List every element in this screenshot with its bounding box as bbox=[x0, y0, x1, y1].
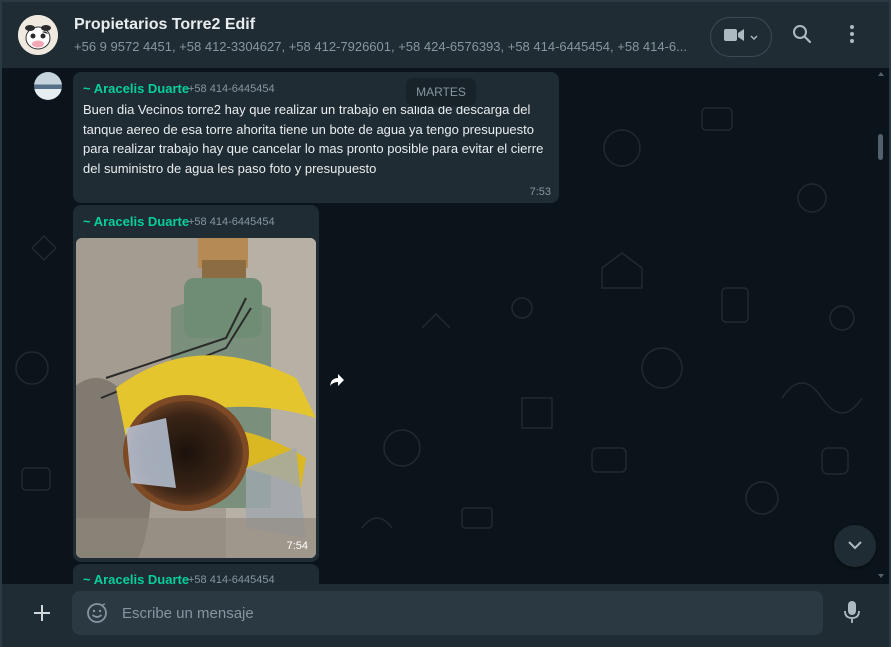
chat-header[interactable]: Propietarios Torre2 Edif +56 9 9572 4451… bbox=[2, 0, 889, 68]
scrollbar-thumb[interactable] bbox=[878, 134, 883, 160]
scroll-to-bottom-button[interactable] bbox=[834, 525, 876, 567]
chevron-down-icon bbox=[750, 28, 758, 46]
chat-participants[interactable]: +56 9 9572 4451, +58 412-3304627, +58 41… bbox=[74, 39, 694, 54]
scroll-up-arrow[interactable] bbox=[878, 72, 884, 76]
photo-time: 7:54 bbox=[286, 540, 308, 552]
video-call-button[interactable] bbox=[710, 17, 772, 57]
sender-avatar[interactable] bbox=[34, 72, 62, 100]
attach-button[interactable] bbox=[26, 599, 58, 631]
message-input-box[interactable] bbox=[72, 591, 823, 635]
scroll-down-arrow[interactable] bbox=[878, 574, 884, 578]
message-text: Buen dia Vecinos torre2 hay que realizar… bbox=[83, 102, 544, 176]
message-sender-phone: +58 414-6445454 bbox=[188, 216, 275, 228]
plus-icon bbox=[33, 604, 51, 627]
message-sender-phone: +58 414-6445454 bbox=[188, 83, 275, 95]
date-divider-chip: MARTES bbox=[406, 78, 476, 106]
group-avatar[interactable] bbox=[18, 15, 58, 55]
video-camera-icon bbox=[724, 28, 744, 47]
message-input[interactable] bbox=[122, 591, 812, 635]
composer-bar bbox=[2, 584, 889, 647]
message-time: 7:53 bbox=[529, 186, 551, 198]
chevron-down-icon bbox=[847, 537, 863, 555]
search-button[interactable] bbox=[786, 20, 818, 52]
microphone-icon bbox=[844, 600, 860, 629]
message-bubble[interactable]: ~ Aracelis Duarte +58 414-6445454 Buen d… bbox=[73, 72, 559, 203]
message-photo[interactable]: 7:54 bbox=[76, 238, 316, 558]
message-sender[interactable]: ~ Aracelis Duarte bbox=[83, 81, 189, 96]
menu-button[interactable] bbox=[836, 20, 868, 52]
microphone-button[interactable] bbox=[838, 598, 866, 630]
forward-icon bbox=[330, 373, 344, 391]
message-sender[interactable]: ~ Aracelis Duarte bbox=[83, 214, 189, 229]
chat-title[interactable]: Propietarios Torre2 Edif bbox=[74, 16, 255, 34]
search-icon bbox=[792, 24, 812, 49]
message-bubble-photo[interactable]: ~ Aracelis Duarte +58 414-6445454 7:54 bbox=[73, 205, 319, 562]
forward-button[interactable] bbox=[324, 369, 350, 395]
more-vertical-icon bbox=[849, 24, 855, 49]
emoji-icon[interactable] bbox=[86, 602, 108, 624]
